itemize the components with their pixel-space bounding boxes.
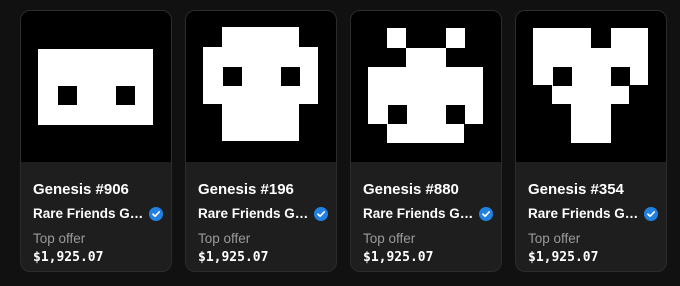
nft-card[interactable]: Genesis #354 Rare Friends Genesis Top of… [515,10,667,272]
nft-title[interactable]: Genesis #354 [528,181,624,198]
collection-link[interactable]: Rare Friends Genesis [198,206,330,221]
pixel-totem-art [533,28,648,143]
collection-link[interactable]: Rare Friends Genesis [33,206,165,221]
top-offer-label: Top offer [33,231,86,246]
top-offer-label: Top offer [363,231,416,246]
top-offer-value: $1,925.07 [198,250,269,265]
top-offer-value: $1,925.07 [33,250,104,265]
nft-title[interactable]: Genesis #880 [363,181,459,198]
verified-badge-icon [479,206,493,221]
collection-name[interactable]: Rare Friends Genesis [528,206,640,221]
verified-badge-icon [644,206,658,221]
collection-link[interactable]: Rare Friends Genesis [528,206,660,221]
pixel-face-wide-art [38,49,153,125]
collection-name[interactable]: Rare Friends Genesis [33,206,145,221]
top-offer-label: Top offer [528,231,581,246]
nft-artwork-image[interactable] [516,11,666,162]
top-offer-value: $1,925.07 [363,250,434,265]
nft-card[interactable]: Genesis #906 Rare Friends Genesis Top of… [20,10,172,272]
nft-artwork-image[interactable] [21,11,171,162]
top-offer-value: $1,925.07 [528,250,599,265]
collection-name[interactable]: Rare Friends Genesis [363,206,475,221]
verified-badge-icon [314,206,328,221]
nft-title[interactable]: Genesis #196 [198,181,294,198]
nft-title[interactable]: Genesis #906 [33,181,129,198]
nft-artwork-image[interactable] [186,11,336,162]
collection-name[interactable]: Rare Friends Genesis [198,206,310,221]
top-offer-label: Top offer [198,231,251,246]
pixel-invader-art [368,28,483,143]
nft-card[interactable]: Genesis #196 Rare Friends Genesis Top of… [185,10,337,272]
verified-badge-icon [149,206,163,221]
nft-card-grid: Genesis #906 Rare Friends Genesis Top of… [0,0,680,286]
collection-link[interactable]: Rare Friends Genesis [363,206,495,221]
pixel-skull-art [203,27,318,141]
nft-card[interactable]: Genesis #880 Rare Friends Genesis Top of… [350,10,502,272]
nft-artwork-image[interactable] [351,11,501,162]
